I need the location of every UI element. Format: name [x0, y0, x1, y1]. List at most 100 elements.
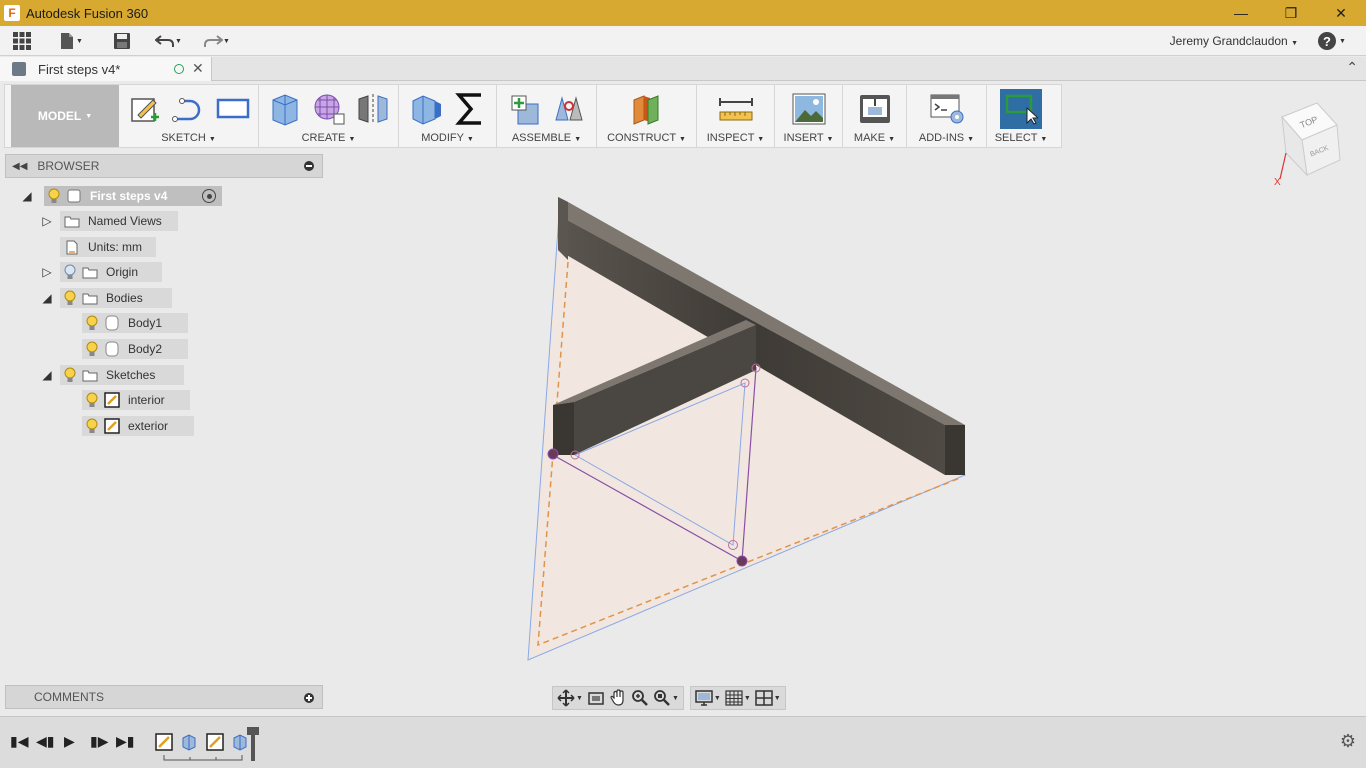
units-box: Units: mm	[60, 237, 156, 257]
close-tab-icon[interactable]: ✕	[192, 60, 204, 77]
user-menu[interactable]: Jeremy Grandclaudon ▼	[1170, 34, 1298, 48]
3d-viewport[interactable]	[325, 150, 1025, 680]
visibility-bulb-icon[interactable]	[62, 367, 78, 383]
extrude-feature-icon[interactable]	[231, 733, 249, 751]
go-to-end-icon[interactable]: ▶▮	[116, 733, 134, 750]
component-icon	[66, 189, 82, 203]
create-sketch-icon[interactable]	[127, 91, 163, 127]
sketch-group[interactable]: SKETCH ▼	[119, 85, 259, 147]
add-comment-icon[interactable]	[304, 693, 314, 703]
activate-radio-icon[interactable]	[202, 189, 216, 203]
chevron-down-icon: ▼	[757, 136, 765, 143]
sketch-point[interactable]	[736, 555, 748, 567]
visibility-bulb-icon[interactable]	[84, 418, 100, 434]
data-panel-grid-icon[interactable]	[12, 31, 32, 51]
root-node-label: First steps v4	[90, 189, 168, 203]
press-pull-icon[interactable]	[408, 91, 444, 127]
previous-step-icon[interactable]: ◀▮	[36, 733, 54, 750]
create-group[interactable]: CREATE ▼	[259, 85, 399, 147]
sketch-icon	[104, 392, 120, 408]
modify-group[interactable]: MODIFY ▼	[399, 85, 497, 147]
construct-group[interactable]: CONSTRUCT ▼	[597, 85, 697, 147]
workspace-switcher[interactable]: MODEL ▼	[11, 85, 119, 147]
orbit-button[interactable]: ▼	[557, 689, 583, 707]
body1-end-face[interactable]	[945, 425, 965, 475]
extrude-icon[interactable]	[267, 91, 303, 127]
chevron-up-icon[interactable]: ⌃	[1346, 59, 1358, 76]
sketch-feature-icon[interactable]	[206, 733, 224, 751]
sketch-feature-icon[interactable]	[155, 733, 173, 751]
grid-settings-button[interactable]: ▼	[725, 690, 751, 706]
file-menu-button[interactable]: ▼	[58, 31, 83, 51]
visibility-bulb-icon[interactable]	[84, 341, 100, 357]
chevron-down-icon: ▼	[223, 37, 230, 45]
visibility-bulb-icon[interactable]	[84, 392, 100, 408]
chevron-down-icon: ▼	[826, 136, 834, 143]
offset-plane-icon[interactable]	[629, 91, 665, 127]
zoom-button[interactable]	[631, 689, 649, 707]
visibility-bulb-icon[interactable]	[62, 290, 78, 306]
display-settings-button[interactable]: ▼	[695, 690, 721, 706]
fusion-logo-icon: F	[4, 5, 20, 21]
inspect-group[interactable]: INSPECT ▼	[697, 85, 775, 147]
3d-print-icon[interactable]	[857, 91, 893, 127]
fit-button[interactable]: ▼	[653, 689, 679, 707]
add-ins-group[interactable]: ADD-INS ▼	[907, 85, 987, 147]
select-icon[interactable]	[1000, 89, 1042, 129]
hidden-bulb-icon[interactable]	[62, 264, 78, 280]
form-icon[interactable]	[311, 91, 347, 127]
select-group[interactable]: SELECT ▼	[987, 85, 1055, 147]
title-bar: F Autodesk Fusion 360 — ❐ ✕	[0, 0, 1366, 26]
joint-icon[interactable]	[551, 91, 587, 127]
parameters-icon[interactable]	[452, 91, 488, 127]
document-tab-bar: First steps v4* ✕ ⌃	[0, 57, 1366, 81]
make-group[interactable]: MAKE ▼	[843, 85, 907, 147]
close-button[interactable]: ✕	[1316, 0, 1366, 26]
redo-button[interactable]: ▼	[203, 31, 230, 51]
body2-end-face[interactable]	[553, 402, 574, 455]
extrude-feature-icon[interactable]	[180, 733, 198, 751]
collapsed-arrow-icon[interactable]: ▷	[40, 214, 54, 228]
bodies-box: Bodies	[60, 288, 172, 308]
mirror-icon[interactable]	[355, 91, 391, 127]
next-step-icon[interactable]: ▮▶	[90, 733, 108, 750]
collapse-panel-icon[interactable]: ◀◀	[12, 161, 27, 172]
minimize-button[interactable]: —	[1216, 0, 1266, 26]
viewports-button[interactable]: ▼	[755, 690, 781, 706]
document-tab[interactable]: First steps v4* ✕	[0, 57, 212, 81]
sketches-box: Sketches	[60, 365, 184, 385]
assemble-group[interactable]: ASSEMBLE ▼	[497, 85, 597, 147]
visibility-bulb-icon[interactable]	[46, 188, 62, 204]
expanded-arrow-icon[interactable]: ◢	[20, 189, 34, 203]
gear-icon[interactable]: ⚙	[1340, 731, 1356, 752]
interior-box: interior	[82, 390, 190, 410]
sketch-point[interactable]	[547, 448, 559, 460]
restore-button[interactable]: ❐	[1266, 0, 1316, 26]
collapsed-arrow-icon[interactable]: ▷	[40, 265, 54, 279]
expanded-arrow-icon[interactable]: ◢	[40, 368, 54, 382]
new-component-icon[interactable]	[507, 91, 543, 127]
design-document-icon	[12, 62, 26, 76]
scripts-icon[interactable]	[929, 91, 965, 127]
expanded-arrow-icon[interactable]: ◢	[40, 291, 54, 305]
modify-group-label: MODIFY	[421, 132, 464, 144]
go-to-start-icon[interactable]: ▮◀	[10, 733, 28, 750]
visibility-bulb-icon[interactable]	[84, 315, 100, 331]
insert-group[interactable]: INSERT ▼	[775, 85, 843, 147]
look-at-button[interactable]	[587, 690, 605, 706]
pan-button[interactable]	[609, 689, 627, 707]
workspace-label: MODEL	[37, 109, 82, 123]
rectangle-icon[interactable]	[215, 91, 251, 127]
minimize-panel-icon[interactable]	[304, 161, 314, 171]
browser-header[interactable]: ◀◀ BROWSER	[5, 154, 323, 178]
undo-button[interactable]: ▼	[155, 31, 182, 51]
help-button[interactable]: ? ▼	[1318, 31, 1348, 51]
comments-header[interactable]: COMMENTS	[5, 685, 323, 709]
play-icon[interactable]: ▶	[64, 733, 75, 750]
line-icon[interactable]	[171, 91, 207, 127]
measure-icon[interactable]	[718, 91, 754, 127]
save-button[interactable]	[113, 31, 131, 51]
view-cube[interactable]: TOP BACK X	[1272, 95, 1352, 190]
insert-image-icon[interactable]	[791, 91, 827, 127]
timeline-marker[interactable]	[247, 727, 259, 761]
